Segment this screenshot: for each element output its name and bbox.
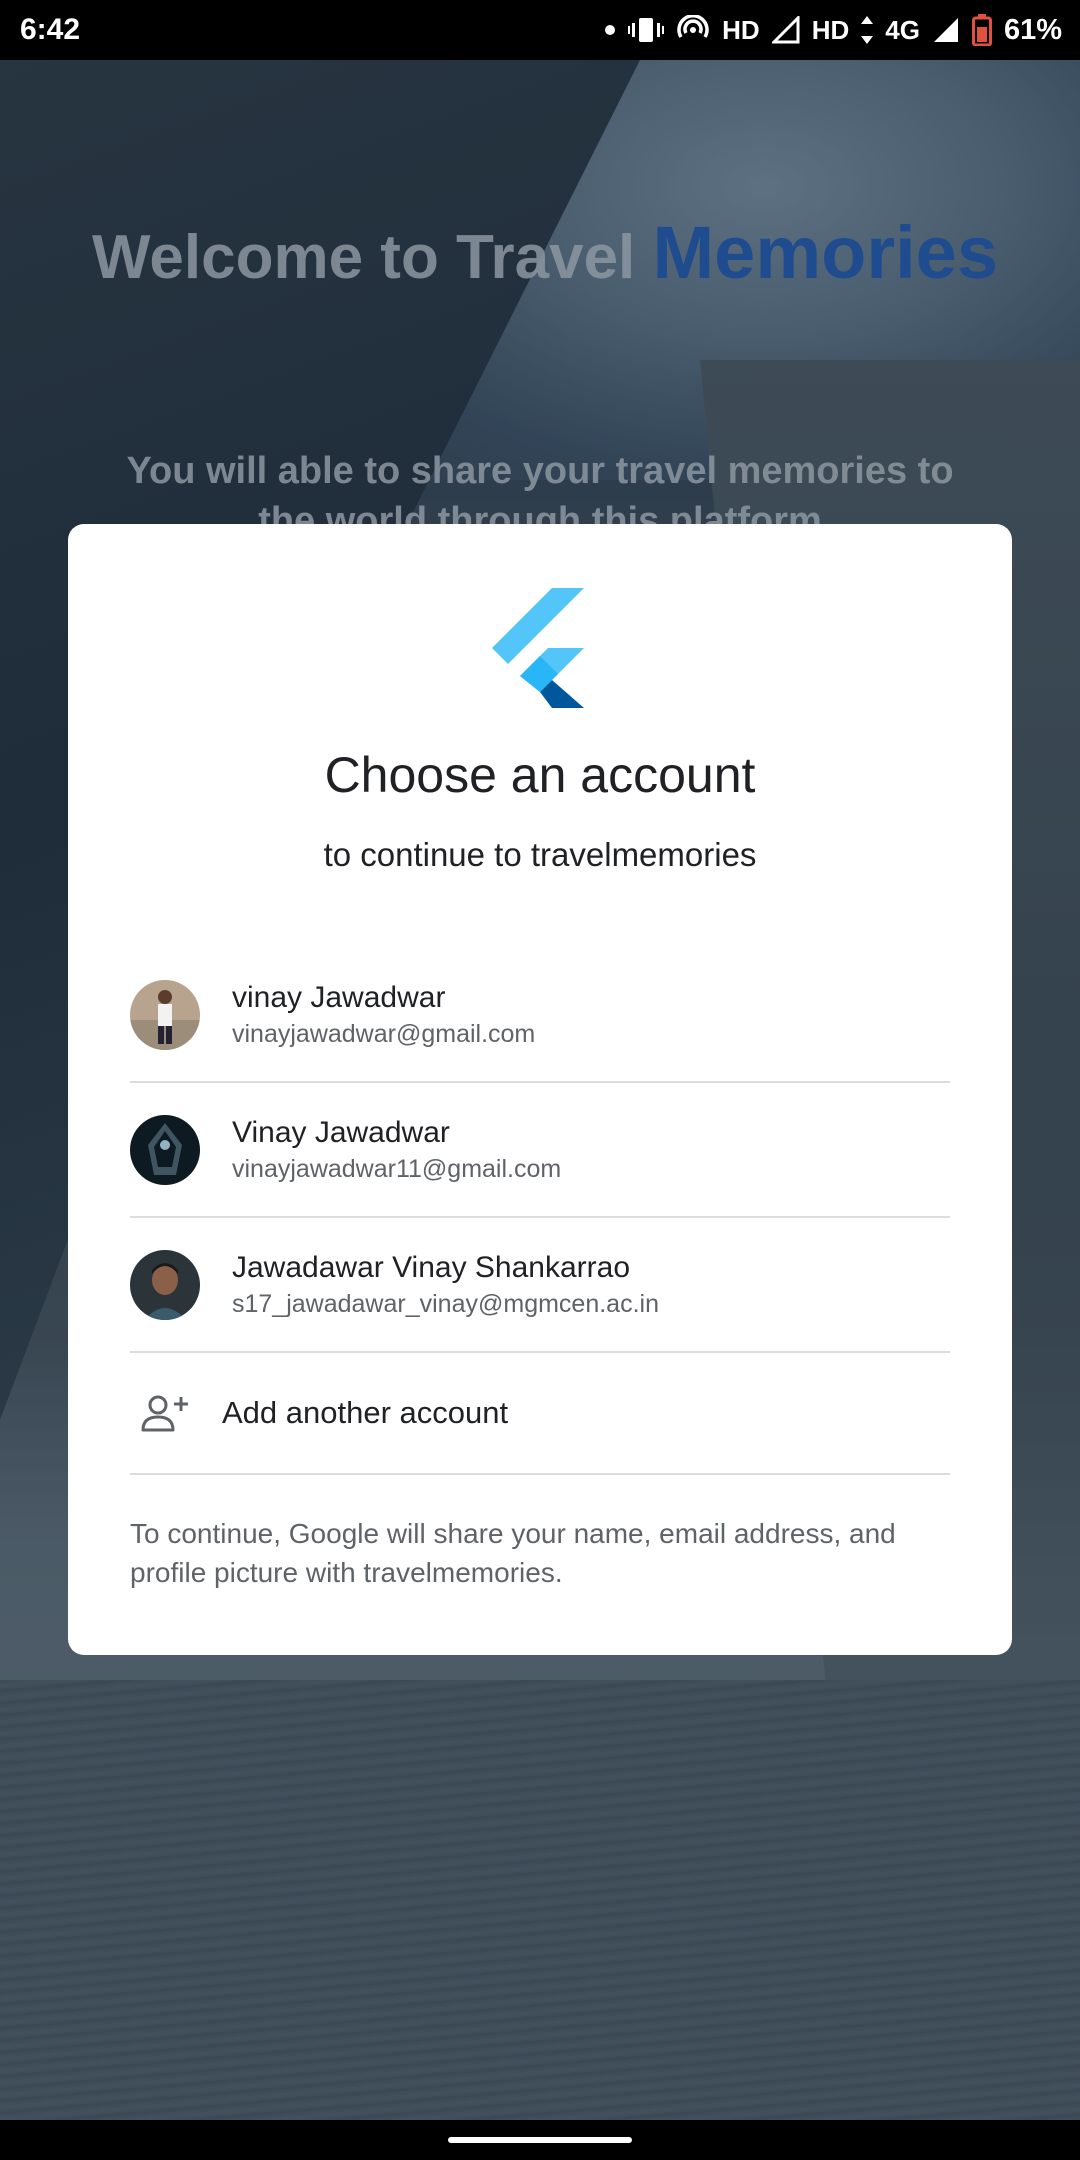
screen: 6:42 HD HD 4G 61% Welcome to Travel Memo…	[0, 0, 1080, 2160]
welcome-title: Welcome to Travel Memories	[92, 210, 1052, 295]
dialog-subtitle: to continue to travelmemories	[323, 836, 757, 873]
vibrate-icon	[628, 15, 665, 45]
welcome-subtitle-line1: You will able to share your travel memor…	[126, 450, 954, 492]
account-item-mgmcen[interactable]: Jawadawar Vinay Shankarrao s17_jawadawar…	[130, 1218, 950, 1353]
network-type-hd-1: HD	[722, 14, 760, 45]
account-item-vinayjawadwar[interactable]: vinay Jawadwar vinayjawadwar@gmail.com	[130, 948, 950, 1083]
avatar	[130, 1114, 200, 1185]
home-gesture-handle[interactable]	[448, 2137, 632, 2143]
status-icons: HD HD 4G 61%	[604, 14, 1062, 47]
account-text: vinay Jawadwar vinayjawadwar@gmail.com	[232, 979, 535, 1051]
account-email: vinayjawadwar11@gmail.com	[232, 1154, 562, 1183]
status-bar: 6:42 HD HD 4G 61%	[0, 0, 1080, 60]
account-chooser-dialog: Choose an account to continue to travelm…	[68, 524, 1012, 1655]
account-list: vinay Jawadwar vinayjawadwar@gmail.com V…	[130, 948, 950, 1475]
account-name: Jawadawar Vinay Shankarrao	[232, 1250, 631, 1284]
welcome-title-part1: Welcome to Travel	[92, 223, 653, 292]
account-text: Jawadawar Vinay Shankarrao s17_jawadawar…	[232, 1249, 659, 1321]
signal-icon-2	[932, 16, 960, 44]
account-email: vinayjawadwar@gmail.com	[232, 1019, 536, 1048]
welcome-title-part2: Memories	[652, 211, 998, 294]
battery-percent: 61%	[1003, 13, 1062, 46]
avatar	[130, 1249, 200, 1320]
disclaimer-text: To continue, Google will share your name…	[130, 1518, 896, 1588]
account-email: s17_jawadawar_vinay@mgmcen.ac.in	[232, 1289, 659, 1318]
account-text: Vinay Jawadwar vinayjawadwar11@gmail.com	[232, 1114, 561, 1186]
dialog-title: Choose an account	[324, 747, 756, 803]
signal-icon-1	[771, 16, 800, 44]
add-another-account-button[interactable]: Add another account	[130, 1353, 950, 1475]
status-time: 6:42	[20, 13, 81, 46]
flutter-logo-icon	[492, 588, 584, 708]
avatar	[130, 979, 200, 1050]
add-account-label: Add another account	[222, 1395, 509, 1430]
network-type-hd-2: HD	[811, 14, 850, 45]
hotspot-icon	[676, 15, 710, 45]
account-name: Vinay Jawadwar	[232, 1115, 450, 1149]
data-arrows-icon	[861, 16, 874, 44]
person-add-icon	[130, 1378, 200, 1448]
network-type-4g: 4G	[885, 14, 920, 45]
account-name: vinay Jawadwar	[232, 980, 446, 1014]
battery-icon	[971, 14, 992, 46]
account-item-vinayjawadwar11[interactable]: Vinay Jawadwar vinayjawadwar11@gmail.com	[130, 1083, 950, 1218]
notification-dot-icon	[604, 24, 616, 36]
